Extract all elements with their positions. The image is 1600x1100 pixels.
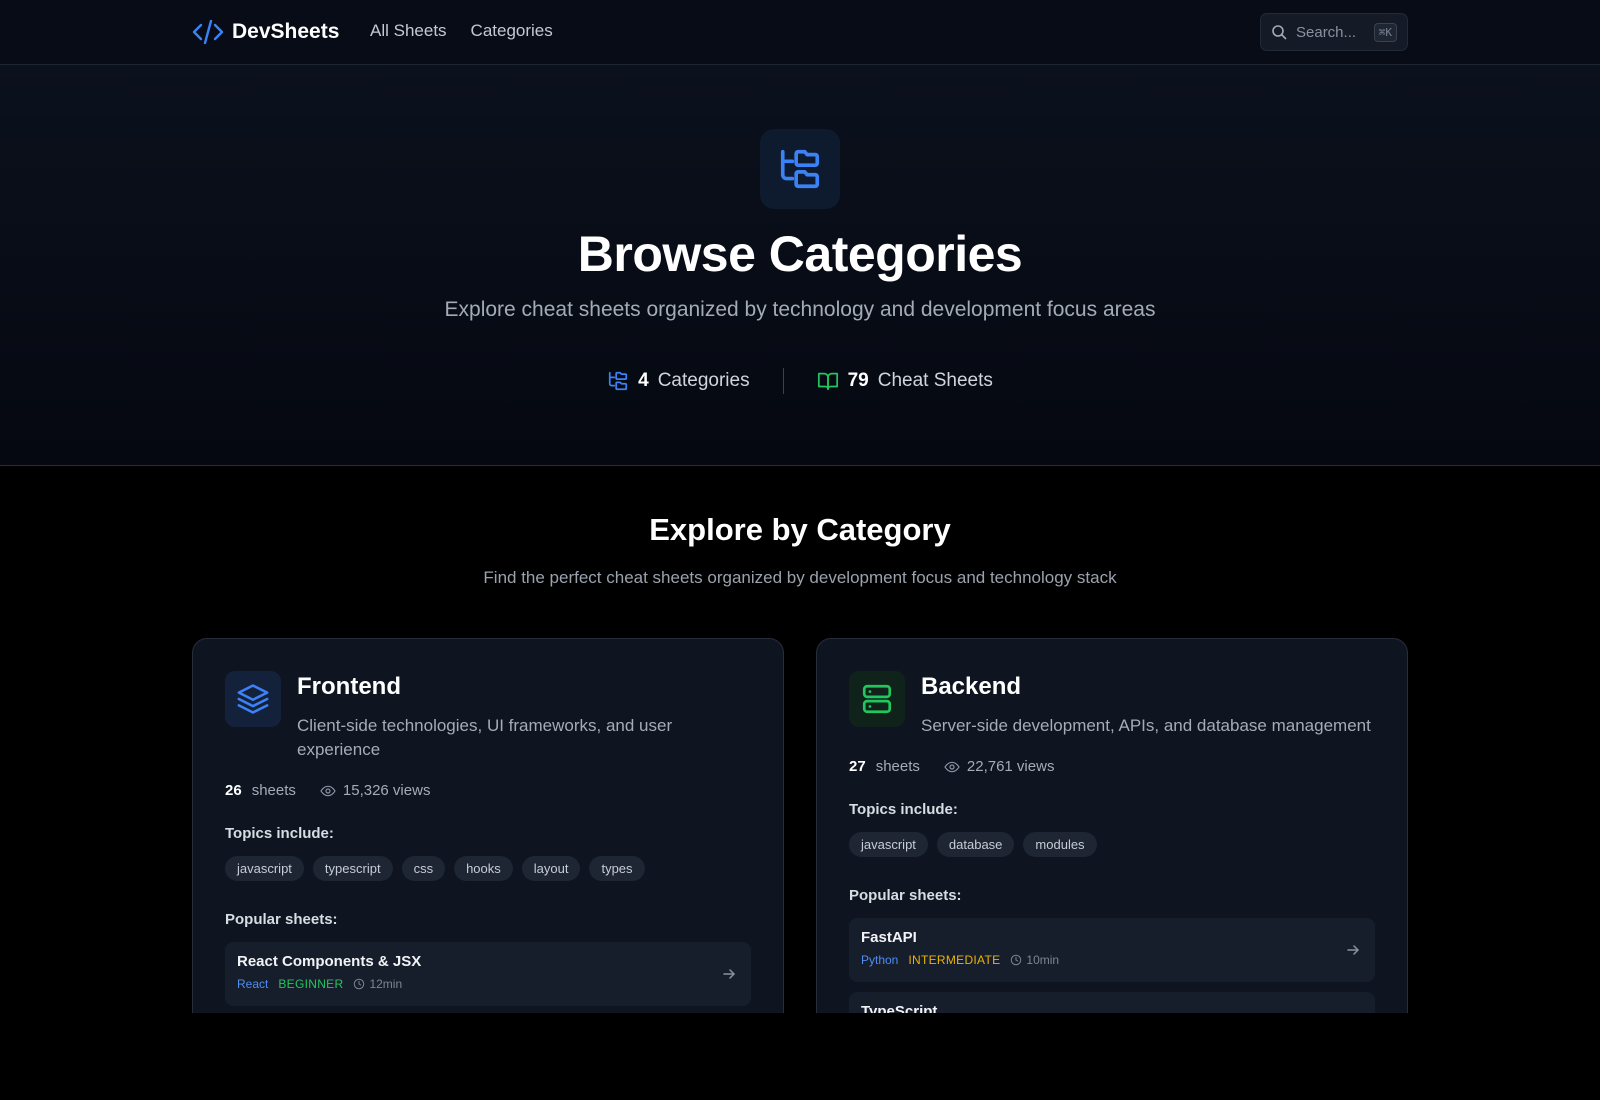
- read-time-text: 12min: [369, 977, 403, 991]
- clock-icon: [354, 978, 365, 990]
- read-time-text: 10min: [1026, 953, 1060, 967]
- difficulty-badge: INTERMEDIATE: [908, 953, 1001, 967]
- arrow-right-icon: [723, 969, 735, 979]
- card-description: Client-side technologies, UI frameworks,…: [297, 716, 673, 759]
- view-count: 15,326 views: [320, 782, 431, 799]
- backend-card-viewport: Backend Server-side development, APIs, a…: [816, 638, 1408, 1013]
- code-brackets-icon: [192, 19, 224, 45]
- read-time: 10min: [1010, 953, 1059, 967]
- stat-sheets: 79 Cheat Sheets: [784, 370, 1026, 392]
- topics-label: Topics include:: [225, 825, 334, 842]
- card-icon-tile: [849, 671, 905, 727]
- stat-sheets-count: 79: [847, 370, 869, 391]
- read-time: 12min: [353, 977, 402, 991]
- topic-tag[interactable]: database: [936, 832, 1015, 857]
- view-count: 22,761 views: [944, 758, 1055, 775]
- card-title: Frontend: [297, 673, 401, 700]
- stat-categories-count: 4: [638, 370, 649, 391]
- brand-logo[interactable]: DevSheets: [192, 18, 339, 46]
- topic-tag[interactable]: types: [589, 856, 645, 881]
- layers-icon: [237, 684, 269, 714]
- topics-label: Topics include:: [849, 801, 958, 818]
- topic-tag[interactable]: javascript: [225, 856, 304, 881]
- stat-categories: 4 Categories: [574, 370, 782, 392]
- popular-label: Popular sheets:: [225, 911, 338, 928]
- sheet-title: React Components & JSX: [237, 953, 422, 970]
- eye-icon: [944, 761, 960, 772]
- card-stats: 26 sheets 15,326 views: [225, 782, 751, 799]
- topic-tag[interactable]: modules: [1023, 832, 1097, 857]
- sheet-meta: Python INTERMEDIATE 10min: [861, 953, 1363, 967]
- main-nav: All Sheets Categories: [370, 21, 553, 41]
- frontend-card-viewport: Frontend Client-side technologies, UI fr…: [192, 638, 784, 1013]
- card-header: Backend Server-side development, APIs, a…: [849, 671, 1375, 738]
- hero-icon-tile: [760, 129, 840, 209]
- clock-icon: [1011, 954, 1022, 966]
- stat-categories-label: Categories: [657, 370, 750, 391]
- topic-tag[interactable]: layout: [521, 856, 581, 881]
- section-title: Explore by Category: [649, 512, 951, 547]
- nav-all-sheets[interactable]: All Sheets: [370, 21, 447, 41]
- topic-tags: javascript database modules: [849, 832, 1375, 857]
- card-header: Frontend Client-side technologies, UI fr…: [225, 671, 751, 762]
- sheet-count: 26: [225, 782, 242, 799]
- view-count-text: 22,761 views: [966, 758, 1055, 775]
- open-book-icon: [817, 372, 838, 391]
- top-navbar: DevSheets All Sheets Categories Search..…: [0, 0, 1600, 65]
- sheet-count: 27: [849, 758, 866, 775]
- sheet-count-label: sheets: [875, 758, 920, 775]
- topic-tags: javascript typescript css hooks layout t…: [225, 856, 751, 881]
- card-title: Backend: [921, 673, 1022, 700]
- eye-icon: [320, 785, 336, 796]
- sheet-title: FastAPI: [861, 929, 917, 946]
- sheet-meta: React BEGINNER 12min: [237, 977, 739, 991]
- search-icon: [1272, 25, 1287, 40]
- topic-tag[interactable]: hooks: [454, 856, 513, 881]
- topic-tag[interactable]: javascript: [849, 832, 928, 857]
- search-placeholder: Search...: [1296, 23, 1357, 41]
- popular-sheet-item[interactable]: FastAPI Python INTERMEDIATE 10min: [849, 918, 1375, 982]
- search-shortcut: ⌘K: [1373, 22, 1397, 42]
- server-icon: [862, 684, 892, 714]
- popular-label: Popular sheets:: [849, 887, 962, 904]
- arrow-right-icon: [1347, 945, 1359, 955]
- stat-sheets-label: Cheat Sheets: [877, 370, 993, 391]
- popular-sheet-item[interactable]: TypeScript: [849, 992, 1375, 1013]
- search-input[interactable]: Search... ⌘K: [1260, 13, 1408, 51]
- folder-tree-icon: [609, 371, 628, 391]
- card-stats: 27 sheets 22,761 views: [849, 758, 1375, 775]
- page: DevSheets All Sheets Categories Search..…: [0, 0, 1600, 1100]
- card-icon-tile: [225, 671, 281, 727]
- category-card-backend[interactable]: Backend Server-side development, APIs, a…: [816, 638, 1408, 1013]
- page-title: Browse Categories: [577, 226, 1023, 282]
- sheet-title: TypeScript: [861, 1003, 938, 1013]
- page-subtitle: Explore cheat sheets organized by techno…: [444, 298, 1156, 321]
- nav-categories[interactable]: Categories: [471, 21, 553, 41]
- sheet-count-label: sheets: [251, 782, 296, 799]
- section-subtitle: Find the perfect cheat sheets organized …: [483, 568, 1117, 587]
- hero-stats: 4 Categories 79 Cheat Sheets: [0, 363, 1600, 399]
- sheet-technology: Python: [861, 953, 899, 967]
- category-card-frontend[interactable]: Frontend Client-side technologies, UI fr…: [192, 638, 784, 1013]
- hero-section: Browse Categories Explore cheat sheets o…: [0, 65, 1600, 466]
- card-description: Server-side development, APIs, and datab…: [921, 716, 1371, 735]
- topic-tag[interactable]: css: [401, 856, 446, 881]
- brand-name: DevSheets: [232, 20, 340, 43]
- difficulty-badge: BEGINNER: [278, 977, 344, 991]
- topic-tag[interactable]: typescript: [312, 856, 393, 881]
- folder-tree-icon: [780, 149, 820, 189]
- view-count-text: 15,326 views: [342, 782, 431, 799]
- sheet-technology: React: [237, 977, 269, 991]
- popular-sheet-item[interactable]: React Components & JSX React BEGINNER 12…: [225, 942, 751, 1006]
